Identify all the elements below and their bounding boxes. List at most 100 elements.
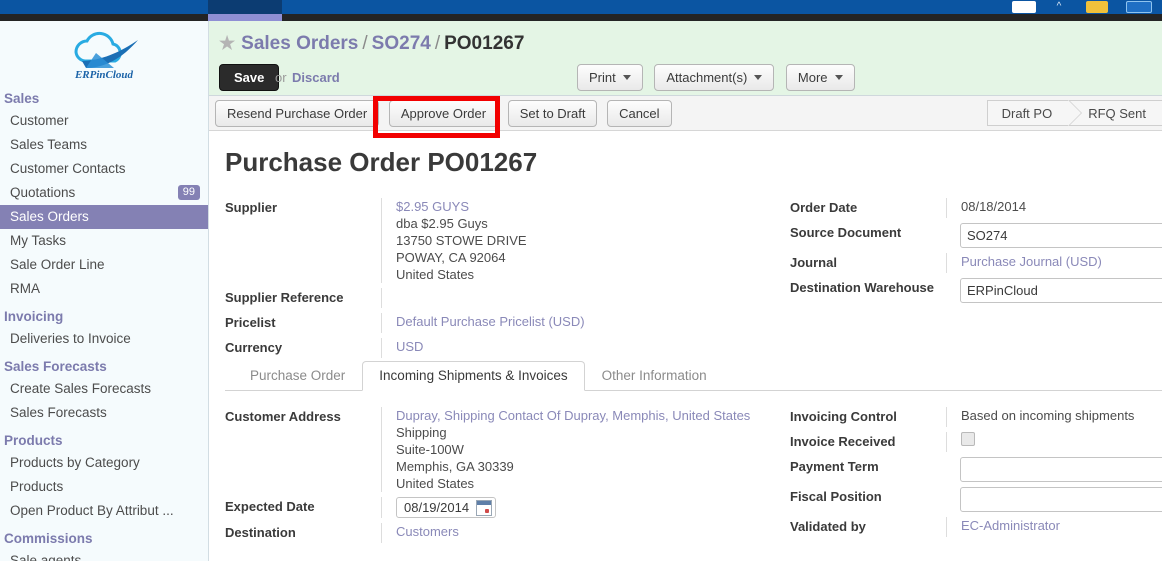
field-input-payment-term[interactable] xyxy=(960,457,1162,482)
sidebar-item-sales-forecasts[interactable]: Sales Forecasts xyxy=(0,401,208,425)
field-link-currency[interactable]: USD xyxy=(396,338,423,355)
field-row-validated-by: Validated by EC-Administrator xyxy=(790,517,1162,537)
breadcrumb-parent[interactable]: SO274 xyxy=(372,33,431,54)
discard-button[interactable]: Discard xyxy=(292,70,340,85)
field-input-fiscal-position[interactable] xyxy=(960,487,1162,512)
set-to-draft-button[interactable]: Set to Draft xyxy=(507,100,598,127)
attachments-dropdown-button[interactable]: Attachment(s) xyxy=(654,64,775,91)
field-address-line: Suite-100W xyxy=(396,442,464,457)
status-step-rfq-sent[interactable]: RFQ Sent xyxy=(1068,100,1162,126)
tab-other-information[interactable]: Other Information xyxy=(585,361,724,391)
print-dropdown-button[interactable]: Print xyxy=(577,64,643,91)
field-text-order-date: 08/18/2014 xyxy=(961,199,1027,214)
tab-incoming-shipments-invoices[interactable]: Incoming Shipments & Invoices xyxy=(362,361,585,391)
taskbar-active-underline xyxy=(208,14,282,21)
sidebar-item-sales-orders[interactable]: Sales Orders xyxy=(0,205,208,229)
field-date-wrapper-expected-date xyxy=(396,497,496,518)
sidebar-group-sales-forecasts: Sales Forecasts xyxy=(4,359,107,374)
caret-icon[interactable]: ^ xyxy=(1050,1,1068,13)
resend-purchase-order-button[interactable]: Resend Purchase Order xyxy=(215,100,380,127)
field-label-order-date: Order Date xyxy=(790,200,858,215)
field-link-validated-by[interactable]: EC-Administrator xyxy=(961,517,1060,534)
calendar-icon[interactable] xyxy=(476,499,492,516)
field-value-journal: Purchase Journal (USD) xyxy=(961,253,1102,270)
field-link-customer-address[interactable]: Dupray, Shipping Contact Of Dupray, Memp… xyxy=(396,407,750,424)
field-input-source-document[interactable] xyxy=(960,223,1162,248)
app-icon[interactable] xyxy=(1126,1,1152,13)
save-button[interactable]: Save xyxy=(219,64,280,91)
breadcrumb-separator-2: / xyxy=(434,33,441,54)
svg-text:ERPinCloud: ERPinCloud xyxy=(74,69,134,80)
tab-purchase-order[interactable]: Purchase Order xyxy=(233,361,362,391)
form-left-column: Supplier $2.95 GUYS dba $2.95 Guys 13750 ST… xyxy=(225,198,785,363)
more-dropdown-button[interactable]: More xyxy=(785,64,855,91)
taskbar-active-window[interactable] xyxy=(208,0,282,14)
sidebar-item-badge: 99 xyxy=(177,185,200,200)
sidebar-item-sales-teams[interactable]: Sales Teams xyxy=(0,133,208,157)
sidebar-item-products-by-category[interactable]: Products by Category xyxy=(0,451,208,475)
approve-order-button[interactable]: Approve Order xyxy=(388,100,499,127)
sidebar-item-products[interactable]: Products xyxy=(0,475,208,499)
field-date-input-expected-date[interactable] xyxy=(402,499,474,516)
sidebar-item-label: Products by Category xyxy=(10,455,140,470)
form-sheet: Purchase Order PO01267 Supplier $2.95 GUY… xyxy=(209,131,1162,561)
sidebar-item-label: Sale Order Line xyxy=(10,257,105,272)
field-input-destination-warehouse[interactable] xyxy=(960,278,1162,303)
page-title: Purchase Order PO01267 xyxy=(225,147,538,177)
field-divider xyxy=(946,432,947,452)
field-label-currency: Currency xyxy=(225,340,283,355)
field-value-expected-date xyxy=(396,497,496,518)
field-divider xyxy=(946,407,947,427)
field-divider xyxy=(946,198,947,218)
field-value-validated-by: EC-Administrator xyxy=(961,517,1060,534)
os-taskbar: ^ xyxy=(0,0,1162,14)
taskbar-shadow xyxy=(0,14,1162,21)
field-label-validated-by: Validated by xyxy=(790,519,866,534)
sidebar-item-rma[interactable]: RMA xyxy=(0,277,208,301)
sidebar: ERPinCloud Sales Customer Sales Teams Custo… xyxy=(0,21,209,561)
sidebar-item-customer[interactable]: Customer xyxy=(0,109,208,133)
sidebar-item-label: Sales Teams xyxy=(10,137,88,152)
breadcrumb-root[interactable]: Sales Orders xyxy=(241,33,358,54)
chevron-down-icon-2 xyxy=(754,75,763,81)
field-divider xyxy=(381,523,382,543)
sidebar-item-open-product-by-attribut[interactable]: Open Product By Attribut ... xyxy=(0,499,208,523)
sidebar-item-my-tasks[interactable]: My Tasks xyxy=(0,229,208,253)
action-button-bar: Resend Purchase Order Approve Order Set … xyxy=(209,96,1162,131)
field-label-destination-warehouse: Destination Warehouse xyxy=(790,280,934,295)
sidebar-item-customer-contacts[interactable]: Customer Contacts xyxy=(0,157,208,181)
cancel-button[interactable]: Cancel xyxy=(607,100,672,127)
field-row-fiscal-position: Fiscal Position xyxy=(790,487,1162,512)
sidebar-item-create-sales-forecasts[interactable]: Create Sales Forecasts xyxy=(0,377,208,401)
sidebar-item-label: My Tasks xyxy=(10,233,67,248)
sidebar-item-deliveries-to-invoice[interactable]: Deliveries to Invoice xyxy=(0,327,208,351)
favorite-star-icon[interactable]: ★ xyxy=(219,33,235,53)
field-row-customer-address: Customer Address Dupray, Shipping Contact… xyxy=(225,407,785,492)
chevron-down-icon xyxy=(622,75,631,81)
field-label-customer-address: Customer Address xyxy=(225,409,341,424)
field-link-pricelist[interactable]: Default Purchase Pricelist (USD) xyxy=(396,313,585,330)
field-row-currency: Currency USD xyxy=(225,338,785,358)
sidebar-item-sale-order-line[interactable]: Sale Order Line xyxy=(0,253,208,277)
sidebar-item-label: Create Sales Forecasts xyxy=(10,381,152,396)
window-minimize-icon[interactable] xyxy=(1012,1,1036,13)
field-checkbox-invoice-received[interactable] xyxy=(961,432,975,446)
sidebar-item-sale-agents[interactable]: Sale agents xyxy=(0,549,208,561)
field-label-payment-term: Payment Term xyxy=(790,459,879,474)
sidebar-item-quotations[interactable]: Quotations 99 xyxy=(0,181,208,205)
sidebar-item-label: Sales Forecasts xyxy=(10,405,107,420)
field-label-destination: Destination xyxy=(225,525,296,540)
app-logo[interactable]: ERPinCloud xyxy=(0,21,208,83)
field-divider xyxy=(946,253,947,273)
field-link-destination[interactable]: Customers xyxy=(396,523,459,540)
breadcrumb-separator: / xyxy=(362,33,368,54)
field-link-journal[interactable]: Purchase Journal (USD) xyxy=(961,253,1102,270)
folder-icon[interactable] xyxy=(1086,1,1108,13)
field-value-destination: Customers xyxy=(396,523,459,540)
field-row-payment-term: Payment Term xyxy=(790,457,1162,482)
field-label-source-document: Source Document xyxy=(790,225,902,240)
field-address-line: 13750 STOWE DRIVE xyxy=(396,233,527,248)
status-step-draft-po[interactable]: Draft PO xyxy=(986,100,1082,126)
field-link-supplier[interactable]: $2.95 GUYS xyxy=(396,198,527,215)
field-row-supplier: Supplier $2.95 GUYS dba $2.95 Guys 13750 ST… xyxy=(225,198,785,283)
